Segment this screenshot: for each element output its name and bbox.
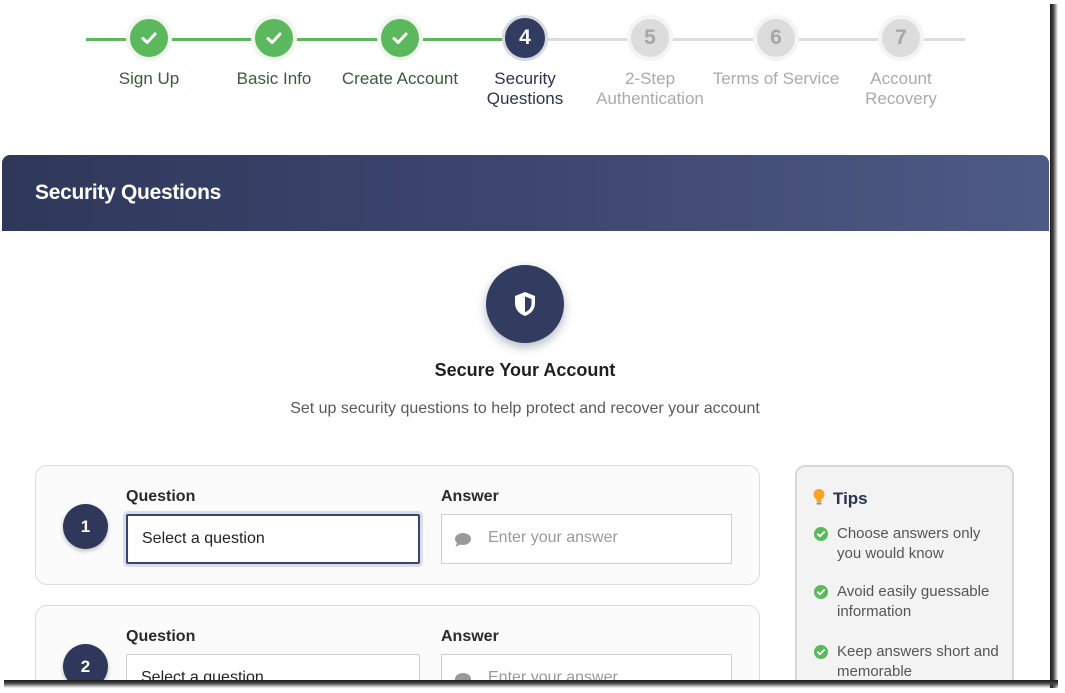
question-number-badge: 1 — [63, 504, 108, 549]
speech-bubble-icon — [455, 673, 471, 680]
shield-icon — [515, 292, 535, 316]
question-label: Question — [126, 628, 196, 645]
question-label: Question — [126, 488, 196, 505]
page-title: Security Questions — [35, 181, 221, 204]
checkmark-icon — [141, 32, 157, 44]
question-select-value: Select a question — [142, 530, 265, 547]
step-2-label: Basic Info — [236, 69, 312, 88]
question-card-1: 1 Question Answer Select a question Ente… — [35, 465, 760, 585]
question-select-1[interactable]: Select a question — [126, 514, 420, 564]
intro-title: Secure Your Account — [434, 360, 616, 380]
shield-badge — [486, 265, 564, 343]
section-header: Security Questions — [2, 155, 1049, 231]
step-3-indicator[interactable] — [377, 15, 423, 61]
check-circle-icon — [814, 585, 828, 599]
step-5-label: 2-Step Authentication — [596, 69, 704, 108]
tip-text: Avoid easily guessable information — [837, 583, 990, 620]
step-7-indicator: 7 — [878, 15, 924, 61]
answer-placeholder: Enter your answer — [488, 669, 618, 680]
checkmark-icon — [392, 32, 408, 44]
step-5-indicator: 5 — [627, 15, 673, 61]
question-number-badge: 2 — [63, 644, 108, 680]
tip-text: Choose answers only you would know — [837, 525, 981, 562]
app-window: 4 5 6 7 Sign Up Basic Info Create Accoun… — [0, 0, 1050, 680]
step-7-label: Account Recovery — [865, 69, 937, 108]
step-6-label: Terms of Service — [712, 69, 840, 88]
answer-placeholder: Enter your answer — [488, 529, 618, 546]
step-1-label: Sign Up — [118, 69, 180, 88]
speech-bubble-icon — [455, 533, 471, 547]
check-circle-icon — [814, 645, 828, 659]
answer-label: Answer — [441, 628, 499, 645]
answer-input-1[interactable]: Enter your answer — [441, 514, 732, 564]
window-shadow — [1050, 4, 1058, 688]
question-select-value: Select a question — [141, 669, 264, 680]
tips-panel: Tips Choose answers only you would know … — [795, 465, 1014, 680]
window-shadow — [4, 680, 1058, 688]
step-3-label: Create Account — [341, 69, 459, 88]
question-select-2[interactable]: Select a question — [126, 654, 420, 680]
lightbulb-icon — [813, 489, 825, 505]
tip-text: Keep answers short and memorable — [837, 643, 999, 680]
checkmark-icon — [266, 32, 282, 44]
step-2-indicator[interactable] — [251, 15, 297, 61]
intro-subtitle: Set up security questions to help protec… — [290, 400, 760, 417]
answer-input-2[interactable]: Enter your answer — [441, 654, 732, 680]
check-circle-icon — [814, 527, 828, 541]
question-card-2: 2 Question Answer Select a question Ente… — [35, 605, 760, 680]
tips-title: Tips — [833, 489, 868, 508]
step-6-indicator: 6 — [753, 15, 799, 61]
answer-label: Answer — [441, 488, 499, 505]
step-1-indicator[interactable] — [126, 15, 172, 61]
step-4-indicator[interactable]: 4 — [502, 15, 548, 61]
step-4-label: Security Questions — [486, 69, 564, 108]
